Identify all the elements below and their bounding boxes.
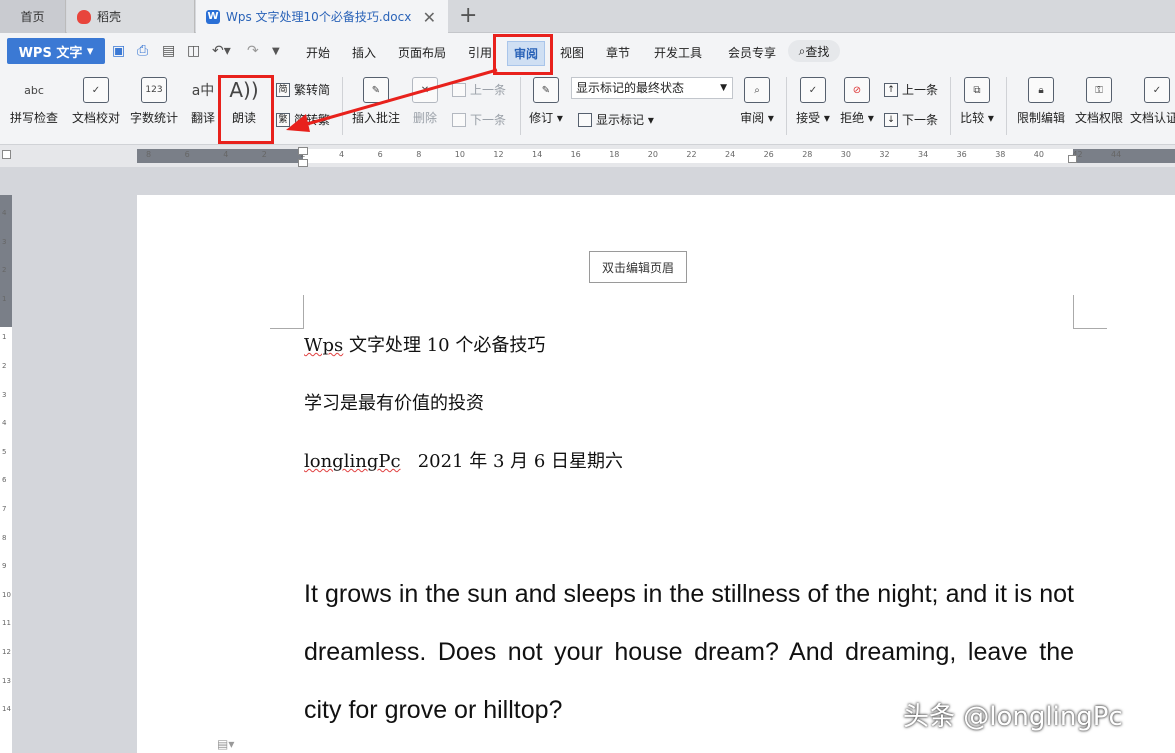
ruler-tick-label: 4 [223, 150, 229, 159]
left-indent-handle[interactable] [298, 159, 308, 167]
right-indent-handle[interactable] [1068, 155, 1077, 163]
margin-corner-right [1073, 295, 1107, 329]
ruler-tick-label: 38 [995, 150, 1006, 159]
ruler-tick-label: 3 [2, 390, 7, 399]
ruler-tick-label: 14 [2, 705, 11, 714]
ruler-tick-label: 14 [532, 150, 543, 159]
ruler-tick-label: 4 [2, 419, 7, 428]
ruler-tick-label: 7 [2, 505, 7, 513]
ruler-tick-label: 6 [2, 476, 7, 485]
edit-header-hint-label: 双击编辑页眉 [601, 260, 674, 275]
ruler-tick-label: 12 [493, 150, 504, 159]
doc-title-line[interactable]: Wps 文字处理 10 个必备技巧 [304, 331, 545, 357]
ruler-tick-label: 6 [184, 150, 190, 159]
ruler-tick-label: 8 [2, 533, 7, 542]
ruler-tick-label: 12 [2, 648, 11, 656]
ruler-tick-label: 11 [2, 619, 11, 628]
ruler-tick-label: 40 [1033, 150, 1044, 159]
ruler-tick-label: 8 [416, 150, 422, 159]
paragraph-layout-icon[interactable]: ▤▾ [217, 737, 234, 751]
tab-stop-selector[interactable] [2, 150, 11, 159]
ruler-tick-label: 4 [339, 150, 345, 159]
ruler-tick-label: 16 [570, 150, 581, 159]
watermark: 头条 @longlingPc [903, 702, 1123, 732]
ruler-tick-label: 6 [377, 150, 383, 159]
doc-author: longlingPc [304, 451, 401, 472]
horizontal-ruler[interactable]: 8642246810121416182022242628303234363840… [0, 145, 1175, 167]
ruler-tick-label: 1 [2, 333, 7, 342]
ruler-tick-label: 18 [609, 150, 620, 159]
ruler-tick-label: 9 [2, 562, 7, 571]
doc-author-line[interactable]: longlingPc 2021 年 3 月 6 日星期六 [304, 447, 623, 473]
ruler-tick-label: 5 [2, 447, 7, 456]
ruler-tick-label: 20 [647, 150, 658, 159]
first-line-indent-handle[interactable] [298, 147, 308, 155]
document-page[interactable]: 双击编辑页眉 Wps 文字处理 10 个必备技巧 学习是最有价值的投资 long… [137, 195, 1175, 753]
ruler-tick-label: 4 [2, 209, 7, 217]
doc-subtitle: 学习是最有价值的投资 [304, 393, 484, 414]
ruler-tick-label: 44 [1111, 150, 1122, 159]
ruler-tick-label: 1 [2, 294, 7, 303]
ruler-tick-label: 13 [2, 676, 11, 685]
ruler-tick-label: 10 [454, 150, 465, 159]
doc-title-wps: Wps [304, 335, 344, 356]
ruler-tick-label: 2 [261, 150, 267, 159]
ruler-tick-label: 3 [2, 237, 7, 246]
doc-date: 2021 年 3 月 6 日星期六 [400, 451, 624, 472]
ruler-tick-label: 8 [146, 150, 152, 159]
ruler-tick-label: 28 [802, 150, 813, 159]
doc-title-rest: 文字处理 10 个必备技巧 [343, 335, 546, 356]
ruler-tick-label: 22 [686, 150, 697, 159]
ruler-tick-label: 32 [879, 150, 890, 159]
ruler-tick-label: 30 [840, 150, 851, 159]
ruler-tick-label: 24 [725, 150, 736, 159]
edit-header-hint[interactable]: 双击编辑页眉 [589, 251, 687, 283]
ruler-tick-label: 10 [2, 590, 11, 599]
ruler-tick-label: 2 [2, 266, 7, 275]
ruler-tick-label: 34 [918, 150, 929, 159]
doc-subtitle-line[interactable]: 学习是最有价值的投资 [304, 389, 484, 415]
margin-corner-left [270, 295, 304, 329]
vertical-ruler[interactable]: 4 3 2 1 1 2 3 4 5 6 7 8 9 10 11 12 13 14 [0, 195, 12, 753]
ruler-tick-label: 36 [956, 150, 967, 159]
ruler-tick-label: 2 [2, 362, 7, 370]
ruler-tick-label: 26 [763, 150, 774, 159]
